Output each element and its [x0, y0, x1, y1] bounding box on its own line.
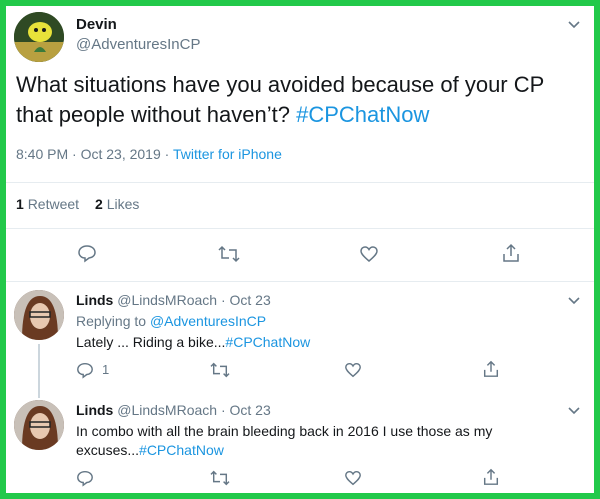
like-icon[interactable]: [359, 244, 379, 264]
hashtag-link[interactable]: #CPChatNow: [225, 334, 310, 350]
like-icon[interactable]: [344, 469, 362, 487]
retweet-icon[interactable]: [210, 469, 230, 487]
like-icon[interactable]: [344, 361, 362, 379]
avatar[interactable]: [14, 12, 64, 62]
tweet-text-line: that people without haven’t? #CPChatNow: [16, 100, 576, 130]
replying-prefix: Replying to: [76, 313, 150, 329]
reply-icon[interactable]: [77, 243, 97, 263]
reply-text-line: In combo with all the brain bleeding bac…: [76, 423, 493, 439]
retweet-icon[interactable]: [218, 244, 240, 264]
reply-count: 1: [102, 362, 110, 377]
reply-text-line: excuses...#CPChatNow: [76, 442, 224, 458]
reply-header: Linds @LindsMRoach · Oct 23: [76, 402, 271, 418]
source-link[interactable]: Twitter for iPhone: [173, 146, 282, 162]
author-name[interactable]: Linds: [76, 292, 113, 308]
hashtag-link[interactable]: #CPChatNow: [296, 102, 429, 127]
retweets-stat[interactable]: 1 Retweet: [16, 196, 79, 212]
author-handle[interactable]: @LindsMRoach: [117, 292, 217, 308]
replying-to: Replying to @AdventuresInCP: [76, 313, 266, 329]
timestamp[interactable]: 8:40 PM · Oct 23, 2019 ·: [16, 146, 173, 162]
tweet-text-fragment: that people without haven’t?: [16, 102, 297, 127]
chevron-down-icon[interactable]: [567, 294, 581, 308]
share-icon[interactable]: [482, 468, 500, 486]
reply-icon[interactable]: [76, 469, 94, 487]
author-handle[interactable]: @LindsMRoach: [117, 402, 217, 418]
author-name[interactable]: Linds: [76, 402, 113, 418]
divider: [6, 182, 594, 183]
retweet-icon[interactable]: [210, 361, 230, 379]
tweet-text-line: What situations have you avoided because…: [16, 72, 545, 97]
reply-text-fragment: Lately ... Riding a bike...: [76, 334, 226, 350]
reply-text: Lately ... Riding a bike...#CPChatNow: [76, 334, 310, 350]
reply-header: Linds @LindsMRoach · Oct 23: [76, 292, 271, 308]
replying-handle-link[interactable]: @AdventuresInCP: [150, 313, 266, 329]
tweet-thread: Devin @AdventuresInCP What situations ha…: [6, 6, 594, 493]
share-icon[interactable]: [482, 360, 500, 378]
author-name[interactable]: Devin: [76, 16, 117, 33]
chevron-down-icon[interactable]: [567, 18, 581, 32]
tweet-meta: 8:40 PM · Oct 23, 2019 · Twitter for iPh…: [16, 146, 282, 162]
tweet-text: What situations have you avoided because…: [16, 70, 576, 130]
divider: [6, 228, 594, 229]
share-icon[interactable]: [501, 243, 521, 263]
reply-date[interactable]: · Oct 23: [221, 402, 271, 418]
avatar[interactable]: [14, 290, 64, 340]
reply-date[interactable]: · Oct 23: [221, 292, 271, 308]
likes-stat[interactable]: 2 Likes: [95, 196, 139, 212]
author-handle[interactable]: @AdventuresInCP: [76, 36, 200, 53]
chevron-down-icon[interactable]: [567, 404, 581, 418]
tweet-stats: 1 Retweet 2 Likes: [16, 196, 139, 212]
reply-icon[interactable]: [76, 361, 94, 379]
divider: [6, 281, 594, 282]
thread-line: [38, 344, 40, 398]
hashtag-link[interactable]: #CPChatNow: [139, 442, 224, 458]
avatar[interactable]: [14, 400, 64, 450]
reply-text-fragment: excuses...: [76, 442, 140, 458]
